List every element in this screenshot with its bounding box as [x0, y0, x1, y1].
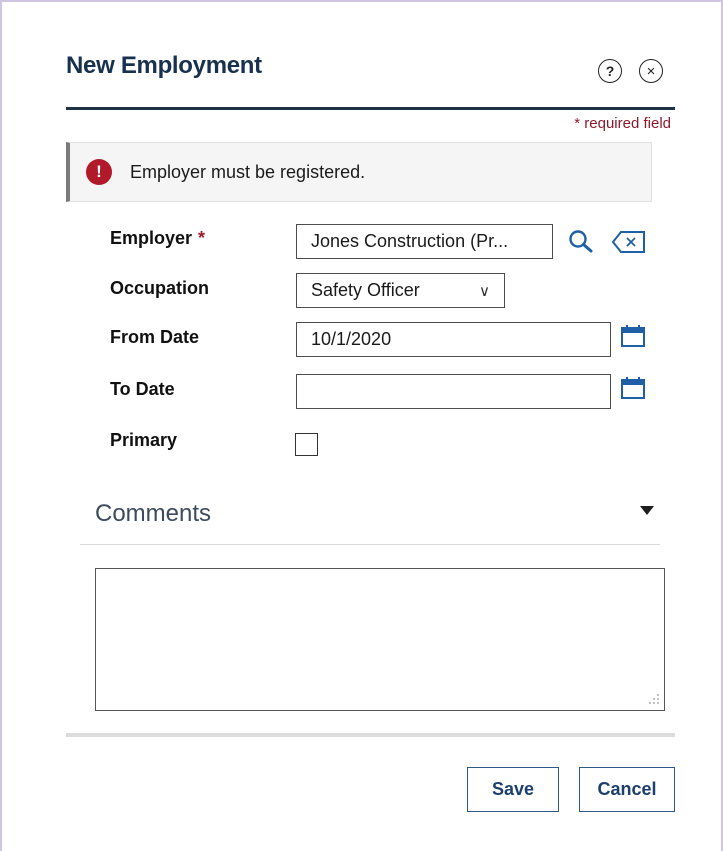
- occupation-value: Safety Officer: [311, 280, 420, 300]
- primary-checkbox[interactable]: [295, 433, 318, 456]
- error-message: Employer must be registered.: [130, 161, 366, 182]
- comments-section-header[interactable]: Comments: [80, 492, 660, 545]
- employer-label-text: Employer: [110, 228, 193, 248]
- employer-field[interactable]: Jones Construction (Pr...: [296, 224, 553, 259]
- required-field-note: * required field: [574, 115, 671, 132]
- required-star: *: [198, 228, 206, 248]
- from-date-label: From Date: [110, 327, 200, 347]
- from-date-value: 10/1/2020: [311, 329, 392, 349]
- to-date-label: To Date: [110, 379, 175, 399]
- cancel-button[interactable]: Cancel: [579, 767, 675, 812]
- resize-grip-icon[interactable]: [647, 692, 661, 706]
- close-icon[interactable]: ×: [639, 59, 663, 83]
- occupation-select[interactable]: Safety Officer ∨: [296, 273, 505, 308]
- primary-label: Primary: [110, 430, 178, 450]
- new-employment-dialog: New Employment ? × * required field ! Em…: [0, 0, 723, 851]
- calendar-icon[interactable]: [620, 376, 646, 400]
- help-icon[interactable]: ?: [598, 59, 622, 83]
- search-icon[interactable]: [568, 229, 596, 255]
- employer-label: Employer *: [110, 228, 205, 249]
- title-divider: [66, 107, 675, 110]
- chevron-down-icon: ∨: [479, 282, 490, 300]
- calendar-icon[interactable]: [620, 324, 646, 348]
- employer-value: Jones Construction (Pr...: [311, 231, 509, 251]
- dialog-title: New Employment: [66, 52, 262, 79]
- clear-backspace-icon[interactable]: [611, 230, 647, 254]
- save-button[interactable]: Save: [467, 767, 559, 812]
- from-date-field[interactable]: 10/1/2020: [296, 322, 611, 357]
- comments-title: Comments: [95, 500, 212, 527]
- caret-down-icon: [640, 506, 654, 515]
- footer-divider: [66, 733, 675, 737]
- to-date-field[interactable]: [296, 374, 611, 409]
- exclamation-circle-icon: !: [86, 159, 112, 185]
- occupation-label: Occupation: [110, 278, 210, 298]
- comments-textarea[interactable]: [95, 568, 665, 711]
- error-alert: ! Employer must be registered.: [66, 142, 652, 202]
